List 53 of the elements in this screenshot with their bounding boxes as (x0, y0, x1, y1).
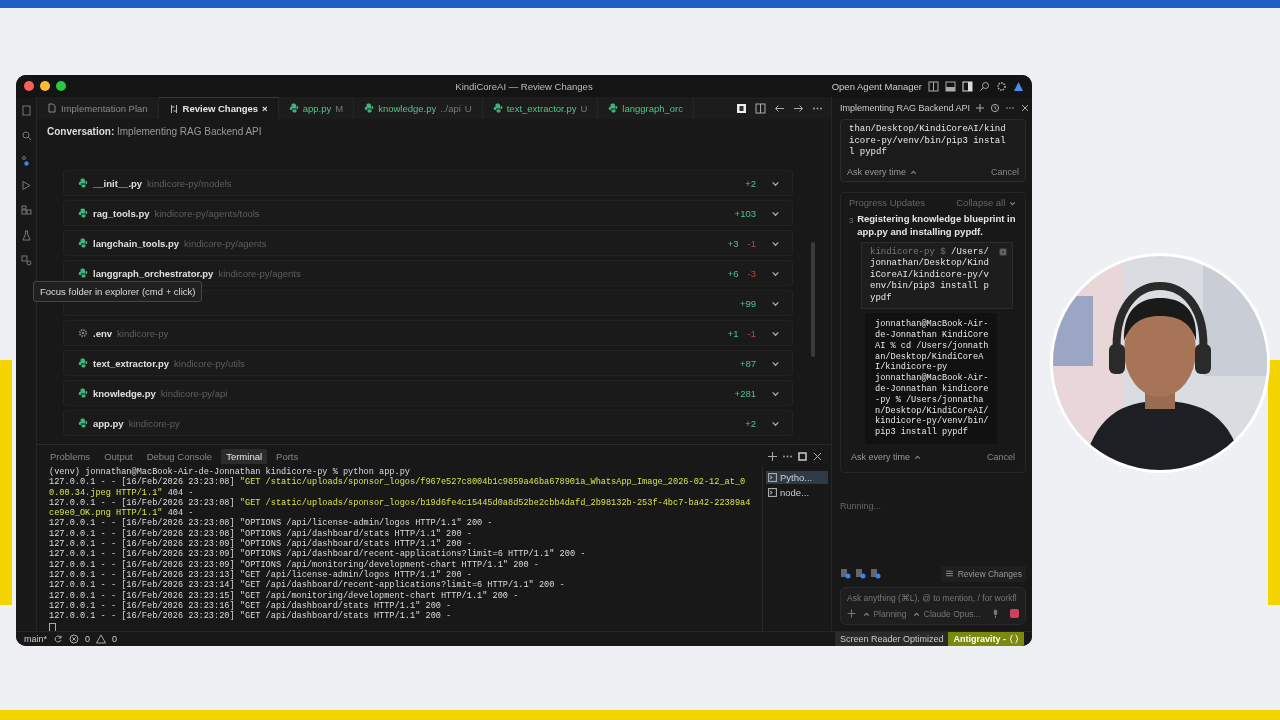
terminal-line: 127.0.0.1 - - [16/Feb/2026 23:23:08] "OPTIONS /api/dashboard/stats HTTP/1.1" 200 - (49, 528, 473, 539)
terminal-line: 127.0.0.1 - - [16/Feb/2026 23:23:14] "GET /api/dashboard/recent-applications?limit=6 HTTP/1.1" 200 - (49, 580, 566, 591)
added-count: +99 (739, 297, 756, 309)
terminal-line: 127.0.0.1 - - [16/Feb/2026 23:23:20] "GET /api/dashboard/stats HTTP/1.1" 200 - (49, 611, 453, 622)
terminal-line: 127.0.0.1 - - [16/Feb/2026 23:23:08] "GET /static/uploads/sponsor_logos/f967e527c8004b1c9859a46ba678901a_WhatsApp_Image_2026-02-12_at_00.00.34.jpeg HTTP/1.1" 404 - (49, 477, 747, 498)
added-count: +2 (745, 417, 756, 429)
terminal-line: 127.0.0.1 - - [16/Feb/2026 23:23:13] "GET /api/license-admin/logos HTTP/1.1" 200 - (49, 569, 473, 580)
terminal-line: 127.0.0.1 - - [16/Feb/2026 23:23:08] "GET /static/uploads/sponsor_logos/b19d6fe4c15445d0a8d52be2cbb4dafd_2b98132b-253f-4bc7-ba42-22389a4ce9e0_OK.png HTTP/1.1" 404 - (49, 497, 752, 519)
file-name: app.py (93, 417, 124, 429)
added-count: +281 (734, 387, 756, 399)
terminal-line: 127.0.0.1 - - [16/Feb/2026 23:23:16] "GET /api/dashboard/stats HTTP/1.1" 200 - (49, 600, 453, 611)
error-count: 0 (85, 634, 91, 644)
added-count: +103 (734, 207, 756, 219)
file-name: langchain_tools.py (93, 237, 180, 249)
file-name: langgraph_orchestrator.py (93, 267, 214, 279)
file-path: kindicore-py/agents/tools (154, 207, 260, 219)
terminal-line: (venv) jonnathan@MacBook-Air-de-Jonnathan kindicore-py % python app.py (49, 467, 411, 477)
tooltip: Focus folder in explorer (cmd + click) (33, 281, 203, 302)
terminal-line: 127.0.0.1 - - [16/Feb/2026 23:23:08] "OPTIONS /api/license-admin/logos HTTP/1.1" 200 - (49, 518, 494, 529)
file-name: knowledge.py (93, 387, 156, 399)
file-path: kindicore-py (128, 417, 180, 429)
conversation-heading: Conversation: Implementing RAG Backend API (46, 125, 263, 139)
file-name: text_extractor.py (93, 357, 170, 369)
terminal-line: 127.0.0.1 - - [16/Feb/2026 23:23:09] "OPTIONS /api/dashboard/recent-applications?limit=6 HTTP/1.1" 200 - (49, 549, 587, 560)
command-output: jonnathan@MacBook-Air-de-Jonnathan kindicore-py % /Users/jonnathan/Desktop/KindiCoreAI/kindicore-py/venv/bin/pip3 install pypdf (875, 373, 990, 438)
step-text: Registering knowledge blueprint in app.py and installing pypdf. (857, 211, 1017, 238)
file-path: kindicore-py/agents (184, 237, 267, 249)
removed-count: -1 (747, 237, 756, 249)
section-title: Progress Updates (849, 196, 926, 208)
running-status: Running... (840, 501, 883, 511)
added-count: +87 (739, 357, 756, 369)
file-path: kindicore-py (117, 327, 169, 339)
added-count: +2 (745, 177, 756, 189)
file-name: .env (93, 327, 112, 339)
agent-panel-title: Implementing RAG Backend API (840, 103, 971, 113)
file-path: kindicore-py/api (160, 387, 228, 399)
file-path: kindicore-py/agents (218, 267, 301, 279)
command-text: than/Desktop/KindiCoreAI/kindicore-py/venv/bin/pip3 install pypdf (848, 123, 1007, 159)
added-count: +3 (727, 237, 739, 249)
file-name: __init__.py (93, 177, 143, 189)
command-text: kindicore-py $ /Users/jonnathan/Desktop/KindiCoreAI/kindicore-py/venv/bin/pip3 install pypdf (861, 241, 1013, 310)
terminal-line: 127.0.0.1 - - [16/Feb/2026 23:23:15] "GET /api/monitoring/development-chart HTTP/1.1" 200 - (49, 590, 520, 601)
file-name: rag_tools.py (93, 207, 150, 219)
added-count: +1 (727, 327, 739, 339)
terminal-line: 127.0.0.1 - - [16/Feb/2026 23:23:09] "OPTIONS /api/dashboard/stats HTTP/1.1" 200 - (49, 539, 472, 550)
warning-count: 0 (112, 634, 118, 644)
window-title: KindiCoreAI — Review Changes (455, 80, 593, 92)
terminal-line: 127.0.0.1 - - [16/Feb/2026 23:23:09] "OPTIONS /api/monitoring/development-chart HTTP/1.1" 200 - (49, 559, 540, 570)
removed-count: -3 (747, 267, 756, 279)
file-path: kindicore-py/utils (174, 357, 245, 369)
removed-count: -1 (747, 327, 756, 339)
file-path: kindicore-py/models (147, 177, 232, 189)
added-count: +6 (727, 267, 739, 279)
